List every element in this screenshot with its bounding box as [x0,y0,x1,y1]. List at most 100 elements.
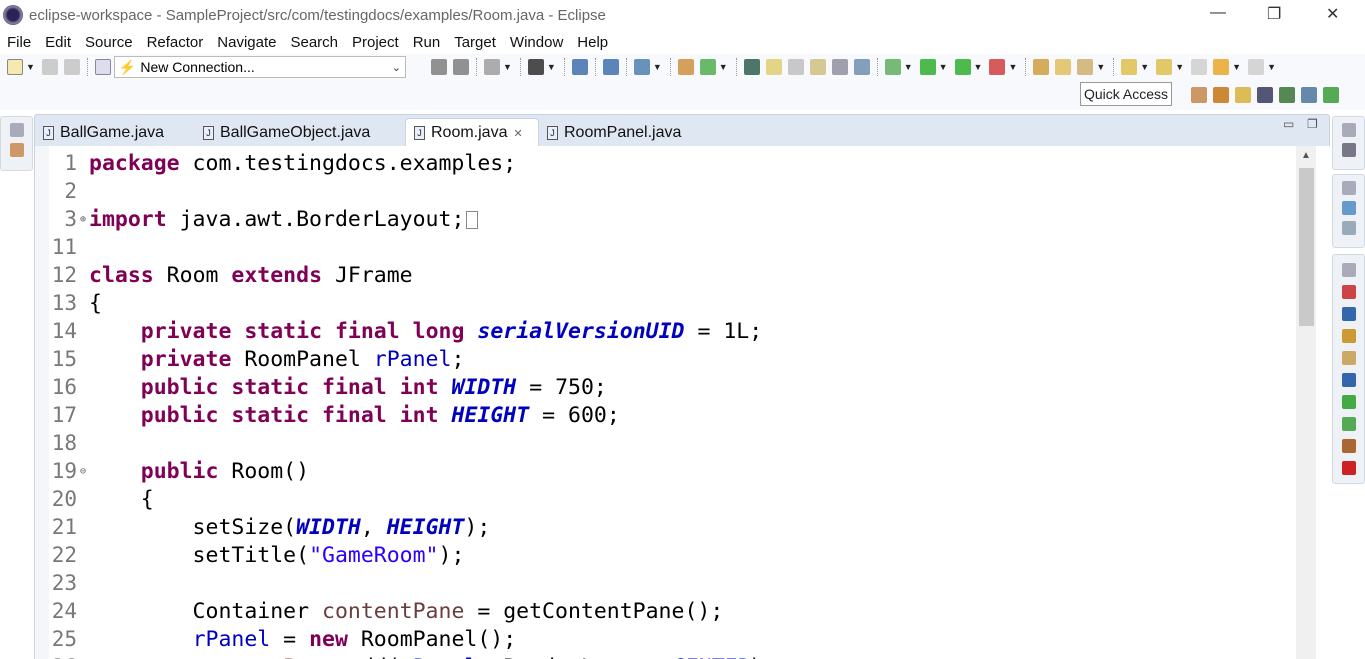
run-icon[interactable] [919,59,936,75]
open-folder-icon[interactable] [1055,59,1072,75]
binary-file-icon[interactable] [94,59,111,75]
collapse-fold-icon[interactable]: ⊖ [77,466,89,477]
search-results-icon[interactable] [1341,417,1356,431]
scroll-up-icon[interactable]: ▲ [1301,150,1311,161]
restore-icon[interactable] [1341,123,1356,137]
menu-window[interactable]: Window [503,34,570,51]
monitor-icon[interactable] [571,59,588,75]
outline-icon[interactable] [1341,201,1356,215]
quick-access-input[interactable]: Quick Access [1080,82,1172,106]
dropdown-arrow-icon[interactable]: ▼ [1096,62,1105,72]
code-token: final [322,402,387,428]
dropdown-arrow-icon[interactable]: ▼ [1232,62,1241,72]
connection-select[interactable]: ⚡ New Connection... ⌄ [113,56,406,78]
save-icon[interactable] [41,59,58,75]
open-perspective-icon[interactable] [1191,87,1207,103]
package-explorer-icon[interactable] [9,143,24,157]
pen-icon[interactable] [1077,59,1094,75]
back-nav-icon[interactable] [1213,59,1230,75]
block-icon[interactable] [809,59,826,75]
dropdown-arrow-icon[interactable]: ▼ [653,62,662,72]
code-editor[interactable]: 1 package com.testingdocs.examples; 2 3 ⊕ imp… [34,146,1330,659]
tab-roompanel[interactable]: J RoomPanel.java [539,118,699,147]
tab-ballgameobject[interactable]: J BallGameObject.java [195,118,405,147]
plugin-dev-icon[interactable] [1301,87,1317,103]
forward-nav-icon[interactable] [1248,59,1265,75]
task-list-icon[interactable] [1341,143,1356,157]
menu-search[interactable]: Search [283,34,345,51]
menu-run[interactable]: Run [406,34,448,51]
task-icon[interactable] [1341,221,1356,235]
menu-file[interactable]: File [0,34,38,51]
javadoc-icon[interactable] [1341,307,1356,321]
java-perspective-icon[interactable] [1257,87,1273,103]
junit-icon[interactable] [1341,439,1356,453]
vertical-scrollbar[interactable]: ▲ [1296,146,1316,659]
new-icon[interactable] [7,59,23,75]
external-tools-icon[interactable] [989,59,1006,75]
menu-refactor[interactable]: Refactor [140,34,211,51]
user-icon[interactable] [527,59,544,75]
list-icon[interactable] [831,59,848,75]
java-browsing-icon[interactable] [1279,87,1295,103]
maximize-editor-icon[interactable]: ❐ [1307,117,1318,131]
maximize-button[interactable]: ❐ [1267,4,1281,24]
restore-icon[interactable] [1341,263,1356,277]
collapsed-imports-marker[interactable] [466,210,479,229]
close-button[interactable]: ✕ [1326,4,1339,24]
dropdown-arrow-icon[interactable]: ▼ [719,62,728,72]
hierarchy-icon[interactable] [484,59,500,75]
declaration-icon[interactable] [1341,329,1356,343]
back-icon[interactable] [1191,59,1208,75]
restore-icon[interactable] [9,123,24,137]
expand-fold-icon[interactable]: ⊕ [77,214,89,225]
next-annotation-icon[interactable] [1121,59,1138,75]
menu-navigate[interactable]: Navigate [210,34,283,51]
problems-icon[interactable] [1341,285,1356,299]
dropdown-arrow-icon[interactable]: ▼ [1008,62,1017,72]
console-icon[interactable] [1341,373,1356,387]
save-all-icon[interactable] [63,59,80,75]
git-icon[interactable] [431,59,447,75]
mark-icon[interactable] [787,59,804,75]
minimize-button[interactable]: — [1210,4,1226,22]
menu-project[interactable]: Project [345,34,406,51]
tab-ballgame[interactable]: J BallGame.java [35,118,195,147]
menu-target[interactable]: Target [447,34,503,51]
dropdown-arrow-icon[interactable]: ▼ [547,62,556,72]
menu-help[interactable]: Help [570,34,615,51]
coverage-icon[interactable] [954,59,971,75]
prev-annotation-icon[interactable] [1156,59,1173,75]
restore-icon[interactable] [1341,181,1356,195]
dropdown-arrow-icon[interactable]: ▼ [939,62,948,72]
scrollbar-thumb[interactable] [1299,168,1314,326]
debug-perspective-icon[interactable] [1323,87,1339,103]
minimize-editor-icon[interactable]: ▭ [1283,117,1294,131]
dropdown-arrow-icon[interactable]: ▼ [1140,62,1149,72]
progress-icon[interactable] [1341,395,1356,409]
dropdown-arrow-icon[interactable]: ▼ [974,62,983,72]
open-type-icon[interactable] [1033,59,1050,75]
new-dropdown[interactable]: ▼ [26,62,35,72]
dropdown-arrow-icon[interactable]: ▼ [904,62,913,72]
close-tab-icon[interactable]: ✕ [513,127,522,140]
refresh-icon[interactable] [699,59,716,75]
git2-icon[interactable] [453,59,469,75]
edit-icon[interactable] [633,59,650,75]
dropdown-arrow-icon[interactable]: ▼ [1175,62,1184,72]
tab-room[interactable]: J Room.java ✕ [405,118,539,147]
menu-source[interactable]: Source [78,34,140,51]
menu-edit[interactable]: Edit [38,34,78,51]
search-icon[interactable] [743,59,760,75]
pin-icon[interactable] [602,59,619,75]
new-class-icon[interactable] [677,59,694,75]
git-perspective-icon[interactable] [1235,87,1251,103]
java-ee-perspective-icon[interactable] [1213,87,1229,103]
ant-icon[interactable] [1341,351,1356,365]
dropdown-arrow-icon[interactable]: ▼ [503,62,512,72]
highlight-icon[interactable] [765,59,782,75]
debug-icon[interactable] [884,59,901,75]
error-log-icon[interactable] [1341,461,1356,475]
dropdown-arrow-icon[interactable]: ▼ [1267,62,1276,72]
paragraph-icon[interactable] [853,59,870,75]
